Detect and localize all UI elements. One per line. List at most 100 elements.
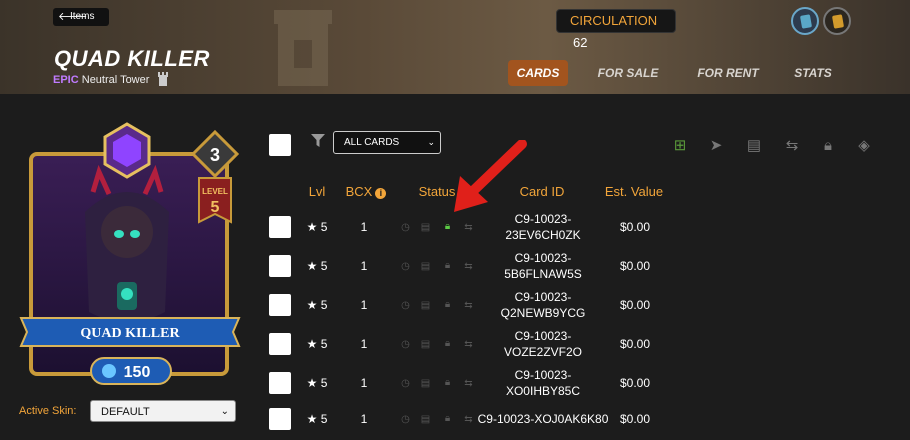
card-mana-value: 3 [210,145,220,165]
element-type-label: Neutral Tower [81,74,150,86]
circulation-badge: CIRCULATION 62 [556,9,676,50]
burn-icon[interactable]: ◈ [856,138,872,154]
row-card-id-line2: VOZE2ZVF2O [503,345,583,359]
transfer-icon: ⇆ [464,261,473,272]
row-card-id-line2: XO0IHBY85C [505,384,581,398]
page-header: 🡐 Items QUAD KILLER EPIC Neutral Tower C… [0,0,910,94]
table-row: ★ 5 1 ◷ ▤ 🔒︎ ⇆ C9-10023- VOZE2ZVF2O $0.0… [0,325,700,363]
lock-icon: 🔒︎ [444,221,451,232]
filter-icon [311,134,325,147]
tab-cards[interactable]: CARDS [508,60,568,86]
row-level: ★ 5 [306,376,328,390]
column-header-bcx: BCX i [344,184,388,199]
row-card-id-line1: C9-10023- [514,290,572,304]
tab-for-rent[interactable]: FOR RENT [688,60,768,86]
market-icon: ▤ [420,378,431,389]
clock-icon: ◷ [401,261,410,272]
transfer-icon: ⇆ [464,414,473,425]
back-to-items-button[interactable]: 🡐 Items [53,8,109,26]
lock-icon: 🔒︎ [444,299,451,310]
combine-icon[interactable]: ⊞ [672,138,688,154]
select-all-checkbox[interactable] [269,134,291,156]
table-row: ★ 5 1 ◷ ▤ 🔒︎ ⇆ C9-10023- 5B6FLNAW5S $0.0… [0,247,700,285]
row-card-id-line1: C9-10023- [514,251,572,265]
table-row: ★ 5 1 ◷ ▤ 🔒︎ ⇆ C9-10023- Q2NEWB9YCG $0.0… [0,286,700,324]
table-row: ★ 5 1 ◷ ▤ 🔒︎ ⇆ C9-10023- XO0IHBY85C $0.0… [0,364,700,402]
card-filter-value: ALL CARDS [344,137,400,148]
market-icon: ▤ [420,222,431,233]
row-checkbox[interactable] [269,333,291,355]
row-bcx: 1 [360,337,368,351]
row-level: ★ 5 [306,298,328,312]
rarity-label: EPIC [53,74,79,86]
row-value: $0.00 [619,298,651,312]
row-card-id: C9-10023- 5B6FLNAW5S [478,250,608,282]
card-level-label: LEVEL [202,187,228,196]
row-checkbox[interactable] [269,294,291,316]
row-card-id: C9-10023- XO0IHBY85C [478,367,608,399]
lock-icon: 🔒︎ [444,260,451,271]
edition-filter-icon-2[interactable] [823,7,851,35]
clock-icon: ◷ [401,300,410,311]
row-level: ★ 5 [306,220,328,234]
clock-icon: ◷ [401,378,410,389]
row-card-id: C9-10023- VOZE2ZVF2O [478,328,608,360]
circulation-value: 62 [573,35,588,50]
tower-background-icon [274,10,332,86]
clock-icon: ◷ [401,414,410,425]
clock-icon: ◷ [401,339,410,350]
row-bcx: 1 [360,298,368,312]
market-icon: ▤ [420,300,431,311]
row-bcx: 1 [360,220,368,234]
row-value: $0.00 [619,220,651,234]
market-icon[interactable]: ▤ [746,138,762,154]
row-value: $0.00 [619,259,651,273]
column-header-lvl: Lvl [308,184,326,199]
circulation-label: CIRCULATION [570,13,658,28]
row-card-id: C9-10023-XOJ0AK6K80 [477,412,609,426]
info-icon[interactable]: i [375,188,387,199]
row-checkbox[interactable] [269,216,291,238]
clock-icon: ◷ [401,222,410,233]
row-bcx: 1 [360,412,368,426]
row-level: ★ 5 [306,259,328,273]
table-row: ★ 5 1 ◷ ▤ 🔒︎ ⇆ C9-10023- 23EV6CH0ZK $0.0… [0,208,700,246]
row-checkbox[interactable] [269,372,291,394]
row-card-id-line2: 23EV6CH0ZK [505,228,581,242]
row-card-id-line1: C9-10023- [514,329,572,343]
row-level: ★ 5 [306,337,328,351]
tower-type-icon [158,72,169,86]
transfer-icon: ⇆ [464,300,473,311]
row-bcx: 1 [360,376,368,390]
transfer-icon: ⇆ [464,378,473,389]
row-bcx: 1 [360,259,368,273]
edition-filter-icon-1[interactable] [791,7,819,35]
row-card-id-line1: C9-10023- [514,368,572,382]
row-card-id-line2: 5B6FLNAW5S [504,267,582,281]
row-value: $0.00 [619,337,651,351]
card-filter-select[interactable]: ALL CARDS ⌄ [333,131,441,154]
row-value: $0.00 [619,376,651,390]
tab-for-sale[interactable]: FOR SALE [590,60,666,86]
lock-icon[interactable]: 🔒︎ [820,138,836,154]
send-icon[interactable]: ➤ [708,138,724,154]
tab-stats[interactable]: STATS [788,60,838,86]
row-checkbox[interactable] [269,408,291,430]
transfer-icon: ⇆ [464,222,473,233]
market-icon: ▤ [420,339,431,350]
market-icon: ▤ [420,261,431,272]
row-checkbox[interactable] [269,255,291,277]
row-card-id-line2: Q2NEWB9YCG [500,306,586,320]
chevron-down-icon: ⌄ [427,137,435,147]
market-icon: ▤ [420,414,431,425]
lock-icon: 🔒︎ [444,377,451,388]
transfer-icon: ⇆ [464,339,473,350]
lock-icon: 🔒︎ [444,413,451,424]
page-title: QUAD KILLER [54,46,210,71]
card-subtitle: EPIC Neutral Tower [53,72,169,86]
annotation-arrow-icon [454,140,527,212]
table-row: ★ 5 1 ◷ ▤ 🔒︎ ⇆ C9-10023-XOJ0AK6K80 $0.00 [0,402,700,440]
row-card-id: C9-10023- Q2NEWB9YCG [478,289,608,321]
arrow-left-icon: 🡐 [58,11,88,23]
transfer-icon[interactable]: ⇆ [784,138,800,154]
